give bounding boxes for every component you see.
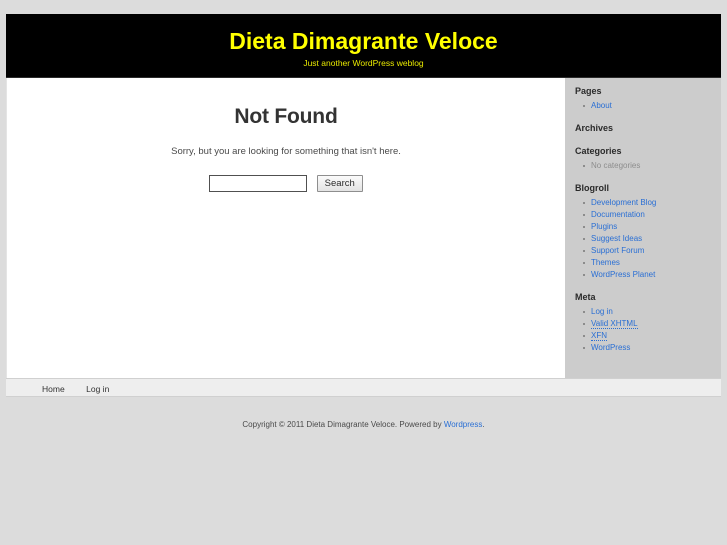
list-item: Suggest Ideas [583,233,721,245]
site-wrapper: Dieta Dimagrante Veloce Just another Wor… [6,14,721,431]
list-item: Plugins [583,221,721,233]
sidebar: Pages About Archives Categories No categ… [565,78,721,378]
sidebar-link-documentation[interactable]: Documentation [591,210,645,219]
sidebar-link-themes[interactable]: Themes [591,258,620,267]
body-columns: Not Found Sorry, but you are looking for… [6,78,721,378]
list-item: WordPress [583,342,721,354]
widget-title: Blogroll [575,183,609,193]
list-item: Valid XHTML [583,318,721,330]
copyright-suffix: . [482,420,485,429]
page-title: Not Found [234,105,338,128]
sidebar-link-about[interactable]: About [591,101,612,110]
footer-nav-item: Log in [86,379,109,398]
site-header: Dieta Dimagrante Veloce Just another Wor… [6,14,721,78]
list-item: WordPress Planet [583,269,721,281]
widget-archives: Archives [575,121,721,135]
widget-title: Pages [575,86,602,96]
search-input[interactable] [209,175,308,193]
blog-description: Just another WordPress weblog [303,58,424,68]
widget-title: Archives [575,123,614,133]
sidebar-link-wordpress-planet[interactable]: WordPress Planet [591,270,655,279]
sidebar-link-support-forum[interactable]: Support Forum [591,246,644,255]
blog-title[interactable]: Dieta Dimagrante Veloce [6,28,721,54]
footer-nav-list: Home Log in [6,379,721,398]
list-item-no-categories: No categories [583,160,721,172]
list-item: Log in [583,306,721,318]
list-item: XFN [583,330,721,342]
footer-nav-item: Home [42,379,65,398]
widget-categories: Categories No categories [575,144,721,172]
list-item: Themes [583,257,721,269]
widget-pages: Pages About [575,84,721,112]
not-found-message: Sorry, but you are looking for something… [171,146,401,157]
sidebar-link-wordpress[interactable]: WordPress [591,343,630,352]
sidebar-link-log-in[interactable]: Log in [591,307,613,316]
widget-list: No categories [575,160,721,172]
list-item: About [583,100,721,112]
sidebar-link-xfn[interactable]: XFN [591,331,607,341]
widget-title: Meta [575,292,596,302]
search-form [7,159,565,193]
footer-link-home[interactable]: Home [42,384,65,394]
copyright-prefix: Copyright © 2011 Dieta Dimagrante Veloce… [242,420,444,429]
page-root: Dieta Dimagrante Veloce Just another Wor… [0,0,727,545]
list-item: Support Forum [583,245,721,257]
list-item: Development Blog [583,197,721,209]
widget-title: Categories [575,146,622,156]
widget-list: About [575,100,721,112]
widget-list: Log in Valid XHTML XFN WordPress [575,306,721,354]
sidebar-link-plugins[interactable]: Plugins [591,222,617,231]
footer-link-log-in[interactable]: Log in [86,384,109,394]
widget-list: Development Blog Documentation Plugins S… [575,197,721,281]
widget-meta: Meta Log in Valid XHTML XFN WordPress [575,290,721,354]
sidebar-link-development-blog[interactable]: Development Blog [591,198,656,207]
main-content: Not Found Sorry, but you are looking for… [6,78,565,378]
sidebar-link-valid-xhtml[interactable]: Valid XHTML [591,319,638,329]
widget-blogroll: Blogroll Development Blog Documentation … [575,181,721,281]
search-submit-button[interactable] [316,175,363,193]
copyright-line: Copyright © 2011 Dieta Dimagrante Veloce… [6,397,721,431]
sidebar-link-suggest-ideas[interactable]: Suggest Ideas [591,234,642,243]
list-item: Documentation [583,209,721,221]
copyright-wordpress-link[interactable]: Wordpress [444,420,483,429]
footer-navigation: Home Log in [6,378,721,397]
